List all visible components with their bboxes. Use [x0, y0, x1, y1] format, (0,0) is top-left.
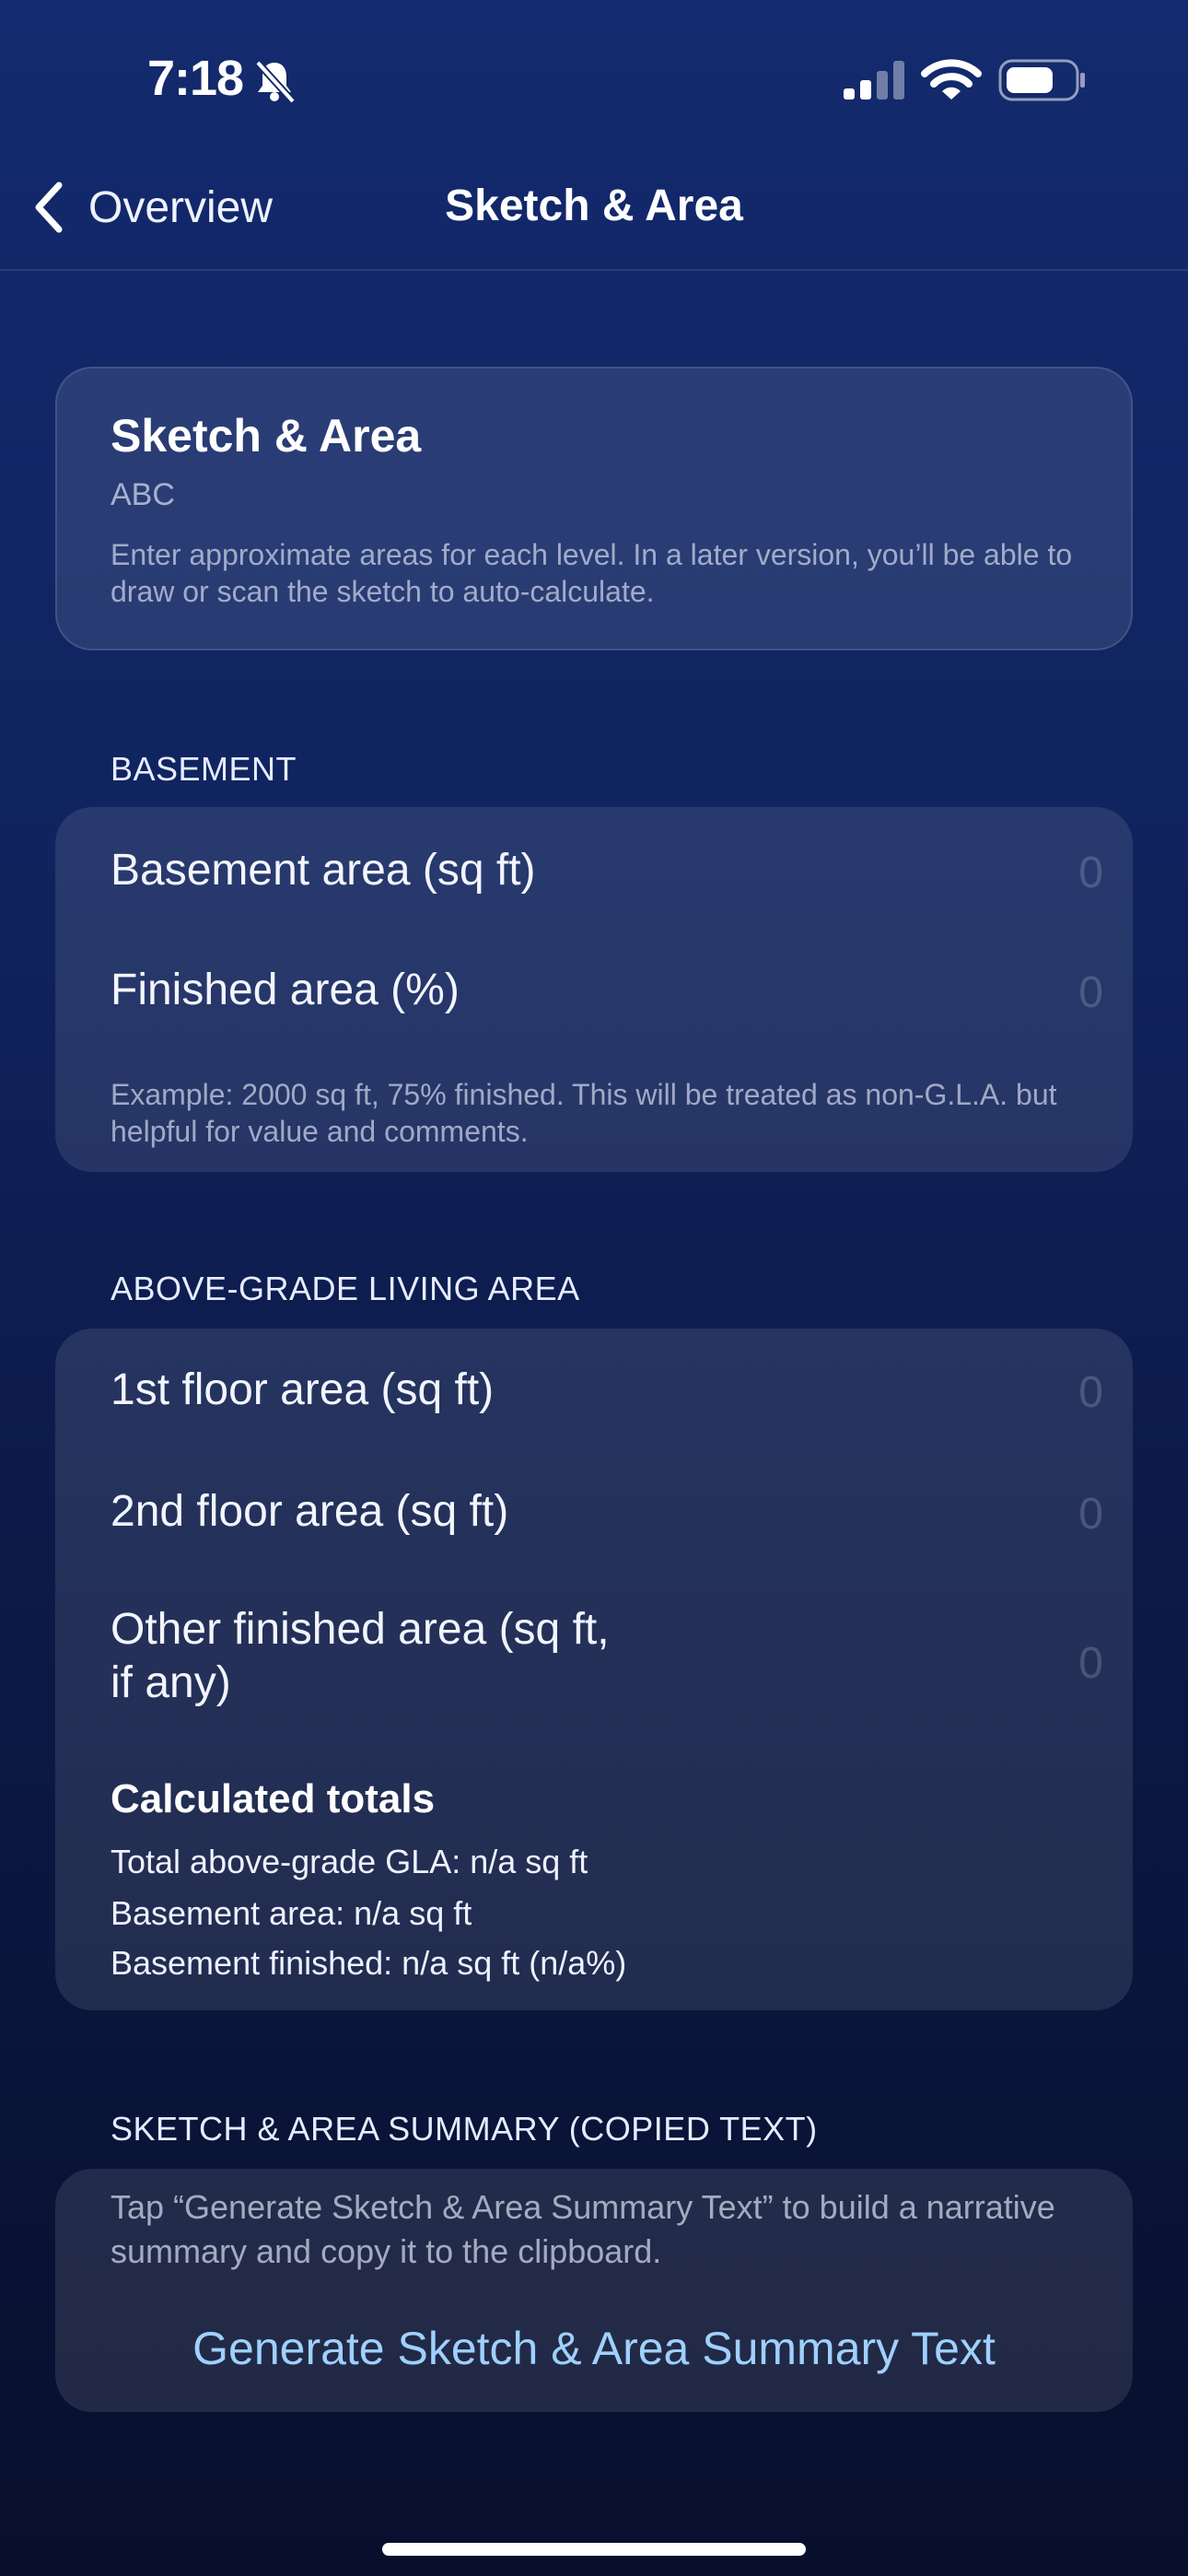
floor1-area-input[interactable] [862, 1364, 1105, 1421]
other-area-label: Other finished area (sq ft, if any) [111, 1603, 610, 1710]
basement-area-label: Basement area (sq ft) [111, 846, 536, 895]
status-time: 7:18 [147, 51, 244, 106]
basement-footnote: Example: 2000 sq ft, 75% finished. This … [111, 1078, 1057, 1148]
section-header-basement: BASEMENT [111, 750, 297, 788]
page-title: Sketch & Area [445, 181, 743, 230]
floor2-area-label: 2nd floor area (sq ft) [111, 1487, 509, 1536]
battery-icon [998, 59, 1085, 101]
totals-title: Calculated totals [111, 1776, 436, 1821]
other-area-label-line1: Other finished area (sq ft, [111, 1605, 610, 1654]
intro-description: Enter approximate areas for each level. … [111, 538, 1073, 608]
home-indicator[interactable] [382, 2543, 806, 2556]
wifi-icon [921, 59, 982, 100]
floor2-area-input[interactable] [862, 1485, 1105, 1542]
section-header-summary: SKETCH & AREA SUMMARY (COPIED TEXT) [111, 2110, 818, 2148]
finished-area-input[interactable] [862, 964, 1105, 1021]
other-area-label-line2: if any) [111, 1658, 231, 1707]
signal-icon [844, 61, 904, 100]
section-header-above-grade: ABOVE-GRADE LIVING AREA [111, 1270, 580, 1307]
basement-area-input[interactable] [862, 844, 1105, 901]
basement-finished-total: Basement finished: n/a sq ft (n/a%) [111, 1944, 627, 1982]
bell-slash-icon [255, 60, 296, 104]
other-area-input[interactable] [862, 1634, 1105, 1692]
nav-divider [0, 269, 1188, 271]
generate-summary-button[interactable]: Generate Sketch & Area Summary Text [55, 2322, 1133, 2375]
floor1-area-label: 1st floor area (sq ft) [111, 1365, 495, 1414]
intro-title: Sketch & Area [111, 410, 422, 462]
summary-hint: Tap “Generate Sketch & Area Summary Text… [111, 2188, 1055, 2270]
basement-area-total: Basement area: n/a sq ft [111, 1894, 472, 1932]
finished-area-label: Finished area (%) [111, 966, 460, 1014]
total-gla: Total above-grade GLA: n/a sq ft [111, 1843, 588, 1880]
intro-subtitle: ABC [111, 477, 175, 512]
